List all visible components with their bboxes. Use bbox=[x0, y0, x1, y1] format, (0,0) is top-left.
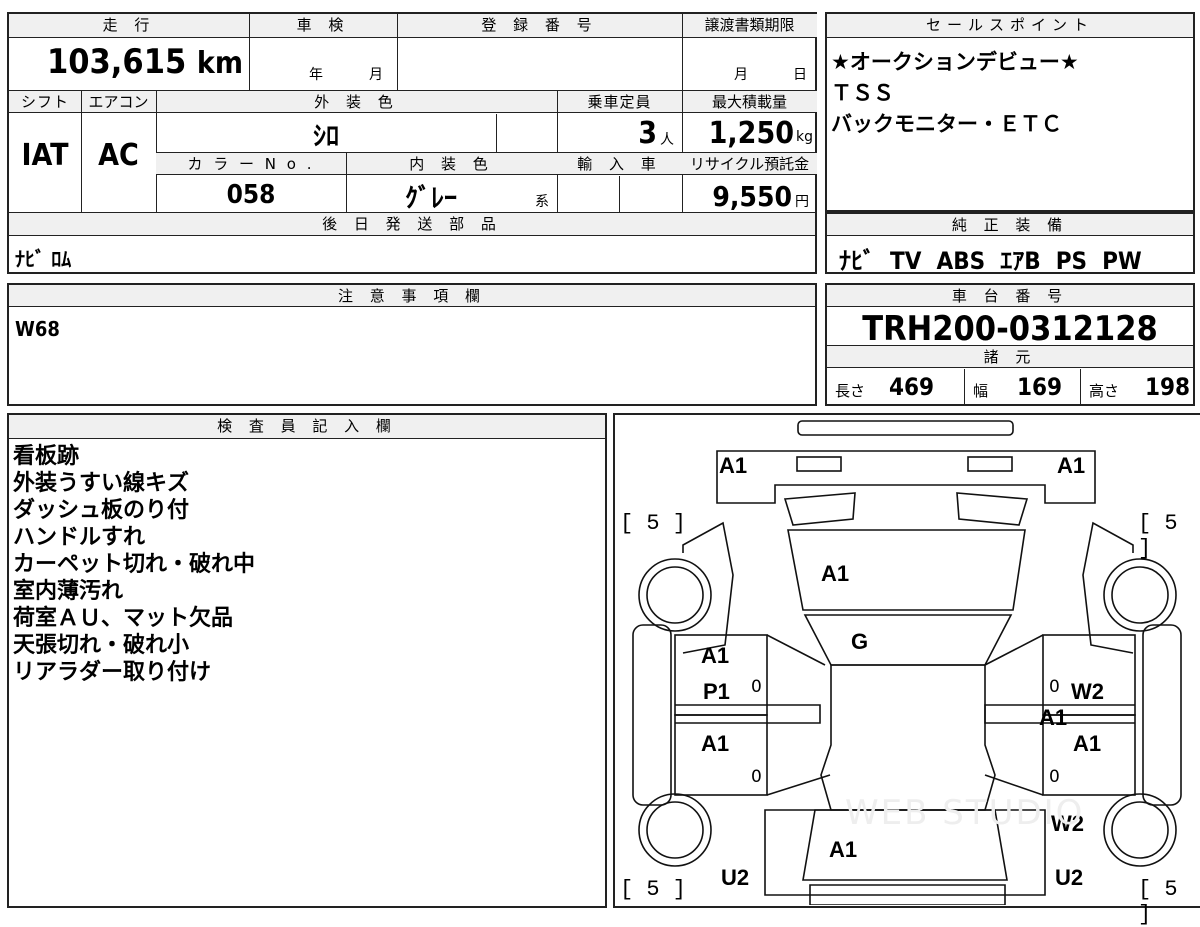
sales-point-line: バックモニター・ＥＴＣ bbox=[831, 112, 1062, 136]
inspector-line: ダッシュ板のり付 bbox=[13, 498, 190, 523]
exterior-color-value: ｼﾛ bbox=[312, 122, 339, 152]
tire-mark-rear-right: [ 5 ] bbox=[1138, 877, 1178, 927]
notes-header: 注 意 事 項 欄 bbox=[9, 285, 815, 307]
shift-value: IAT bbox=[21, 138, 69, 173]
inspector-line: 外装うすい線キズ bbox=[13, 471, 190, 496]
height-value: 198 bbox=[1145, 373, 1191, 401]
inspector-line: 看板跡 bbox=[13, 444, 80, 469]
inspector-line: 天張切れ・破れ小 bbox=[13, 633, 190, 658]
windshield-grade: G bbox=[851, 629, 869, 654]
mileage-header: 走 行 bbox=[9, 14, 249, 38]
chassis-panel: 車 台 番 号 TRH200-0312128 諸 元 長さ 469 幅 169 … bbox=[825, 283, 1195, 406]
parts-header: 後 日 発 送 部 品 bbox=[9, 213, 815, 236]
inspector-lines: 看板跡 外装うすい線キズ ダッシュ板のり付 ハンドルすれ カーペット切れ・破れ中… bbox=[13, 443, 255, 686]
inspection-header: 車 検 bbox=[249, 14, 397, 38]
spec-header: 諸 元 bbox=[827, 346, 1193, 368]
mileage-value: 103,615 km bbox=[9, 42, 249, 88]
mileage-number: 103,615 bbox=[46, 42, 187, 82]
registration-header: 登 録 番 号 bbox=[397, 14, 682, 38]
transfer-deadline-header: 譲渡書類期限 bbox=[682, 14, 817, 38]
left-front-door-grade-2: P1 bbox=[703, 679, 730, 704]
max-load-value: 1,250 bbox=[708, 116, 794, 151]
inspection-month: 月 bbox=[369, 67, 385, 83]
front-left-grade: A1 bbox=[719, 453, 748, 478]
inspector-header: 検 査 員 記 入 欄 bbox=[9, 415, 605, 439]
inspector-line: 荷室ＡＵ、マット欠品 bbox=[13, 606, 234, 631]
inspector-line: リアラダー取り付け bbox=[13, 660, 212, 685]
right-middle-grade: A1 bbox=[1039, 705, 1068, 730]
capacity-value: 3 bbox=[638, 116, 657, 151]
inspector-line: 室内薄汚れ bbox=[13, 579, 124, 604]
ac-header: エアコン bbox=[81, 91, 156, 113]
front-right-grade: A1 bbox=[1057, 453, 1086, 478]
max-load-unit: kg bbox=[796, 129, 813, 145]
notes-panel: 注 意 事 項 欄 W68 bbox=[7, 283, 817, 406]
watermark: WEB STUDIO bbox=[845, 793, 1085, 833]
rear-right-grade: U2 bbox=[1055, 865, 1084, 890]
zero-mark: 0 bbox=[751, 767, 762, 787]
inspector-panel: 検 査 員 記 入 欄 看板跡 外装うすい線キズ ダッシュ板のり付 ハンドルすれ… bbox=[7, 413, 607, 908]
exterior-header: 外 装 色 bbox=[156, 91, 557, 113]
car-diagram-panel: [ 5 ] [ 5 ] [ 5 ] [ 5 ] A1 A1 A1 G A1 P1… bbox=[613, 413, 1200, 927]
tire-mark-front-left: [ 5 ] bbox=[620, 511, 687, 536]
recycle-fee-value: 9,550 bbox=[712, 180, 792, 213]
zero-mark: 0 bbox=[1049, 767, 1060, 787]
equipment-panel: 純 正 装 備 ﾅﾋﾞ TV ABS ｴｱB PS PW bbox=[825, 212, 1195, 275]
inspector-line: カーペット切れ・破れ中 bbox=[13, 552, 256, 577]
transfer-month: 月 bbox=[734, 67, 750, 83]
height-label: 高さ bbox=[1089, 382, 1120, 400]
recycle-fee-unit: 円 bbox=[795, 194, 809, 210]
rear-left-grade: U2 bbox=[721, 865, 750, 890]
sales-point-line: ★オークションデビュー★ bbox=[831, 50, 1079, 74]
sales-points-header: セールスポイント bbox=[827, 14, 1193, 38]
parts-value: ﾅﾋﾞ ﾛﾑ bbox=[15, 247, 72, 271]
color-no-value: 058 bbox=[226, 180, 276, 210]
width-value: 169 bbox=[1017, 373, 1063, 401]
width-label: 幅 bbox=[973, 382, 989, 400]
ac-value: AC bbox=[98, 138, 139, 173]
sales-points-list: ★オークションデビュー★ ＴＳＳ バックモニター・ＥＴＣ bbox=[831, 47, 1079, 140]
notes-value: W68 bbox=[15, 317, 60, 341]
length-value: 469 bbox=[889, 373, 935, 401]
recycle-header: リサイクル預託金 bbox=[682, 153, 817, 175]
color-no-header: カ ラ ー N o . bbox=[156, 153, 346, 175]
capacity-header: 乗車定員 bbox=[557, 91, 682, 113]
right-rear-door-grade: A1 bbox=[1073, 731, 1102, 756]
capacity-unit: 人 bbox=[660, 132, 674, 148]
import-header: 輸 入 車 bbox=[557, 153, 682, 175]
shift-header: シフト bbox=[9, 91, 81, 113]
tire-mark-front-right: [ 5 ] bbox=[1138, 511, 1178, 561]
left-rear-door-grade: A1 bbox=[701, 731, 730, 756]
interior-suffix: 系 bbox=[535, 194, 549, 210]
sales-points-panel: セールスポイント ★オークションデビュー★ ＴＳＳ バックモニター・ＥＴＣ bbox=[825, 12, 1195, 212]
equipment-value: ﾅﾋﾞ TV ABS ｴｱB PS PW bbox=[839, 247, 1142, 275]
mileage-unit: km bbox=[196, 46, 243, 81]
transfer-day: 日 bbox=[793, 67, 809, 83]
zero-mark: 0 bbox=[751, 677, 762, 697]
vehicle-info-panel: 走 行 車 検 登 録 番 号 譲渡書類期限 103,615 km 年 月 月 … bbox=[7, 12, 817, 274]
interior-color-value: ｸﾞﾚｰ bbox=[404, 184, 457, 214]
inspection-year: 年 bbox=[309, 67, 325, 83]
inspector-line: ハンドルすれ bbox=[13, 525, 146, 550]
zero-mark: 0 bbox=[1049, 677, 1060, 697]
equipment-header: 純 正 装 備 bbox=[827, 214, 1193, 236]
chassis-number: TRH200-0312128 bbox=[862, 309, 1158, 349]
chassis-header: 車 台 番 号 bbox=[827, 285, 1193, 307]
max-load-header: 最大積載量 bbox=[682, 91, 817, 113]
tire-mark-rear-left: [ 5 ] bbox=[620, 877, 687, 902]
right-front-door-grade: W2 bbox=[1071, 679, 1104, 704]
rear-roof-grade: A1 bbox=[829, 837, 858, 862]
length-label: 長さ bbox=[835, 382, 866, 400]
left-front-door-grade: A1 bbox=[701, 643, 730, 668]
hood-grade: A1 bbox=[821, 561, 850, 586]
interior-header: 内 装 色 bbox=[346, 153, 557, 175]
sales-point-line: ＴＳＳ bbox=[831, 81, 894, 105]
